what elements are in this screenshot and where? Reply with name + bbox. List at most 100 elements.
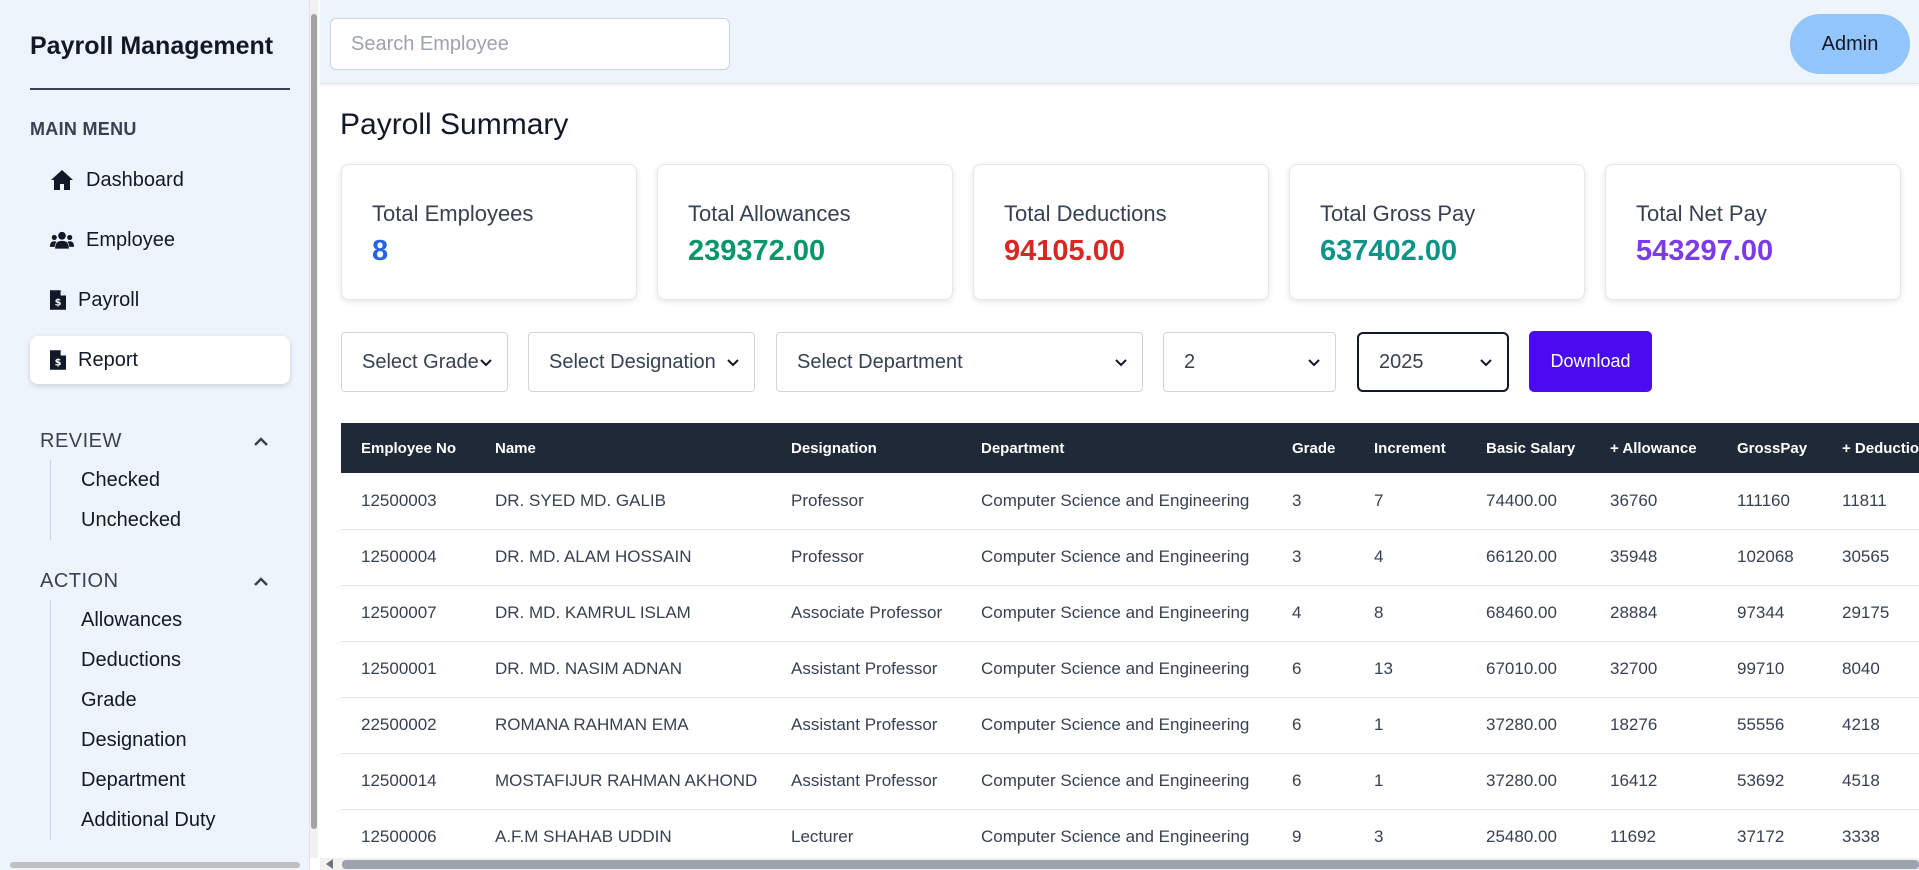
table-cell: 102068 (1717, 529, 1822, 586)
sidebar-item-unchecked[interactable]: Unchecked (81, 500, 181, 540)
table-cell: MOSTAFIJUR RAHMAN AKHOND (475, 753, 771, 810)
summary-card-total-allowances: Total Allowances 239372.00 (657, 164, 953, 300)
table-cell: A.F.M SHAHAB UDDIN (475, 809, 771, 863)
sidebar-item-report[interactable]: $ Report (30, 336, 290, 384)
sidebar-scrollbar-thumb[interactable] (311, 14, 317, 829)
card-value: 543297.00 (1636, 235, 1774, 267)
sidebar-item-designation[interactable]: Designation (81, 720, 216, 760)
file-invoice-dollar-icon: $ (50, 350, 66, 370)
search-input[interactable] (330, 18, 730, 70)
year-select[interactable]: 2025 (1357, 332, 1509, 392)
review-list: Checked Unchecked (50, 460, 181, 540)
designation-select[interactable]: Select Designation (528, 332, 755, 392)
table-cell: 9 (1272, 809, 1354, 863)
sidebar-horizontal-scrollbar[interactable] (10, 862, 300, 868)
divider (30, 88, 290, 90)
download-button[interactable]: Download (1529, 331, 1652, 392)
table-cell: Lecturer (771, 809, 961, 863)
card-value: 637402.00 (1320, 235, 1458, 267)
select-value: 2025 (1379, 350, 1424, 373)
table-row[interactable]: 22500002 ROMANA RAHMAN EMA Assistant Profe… (341, 697, 1919, 754)
table-cell: Computer Science and Engineering (961, 809, 1272, 863)
column-header[interactable]: Increment (1354, 423, 1466, 473)
admin-button[interactable]: Admin (1790, 14, 1910, 74)
table-cell: 6 (1272, 697, 1354, 754)
table-cell: 3 (1272, 473, 1354, 530)
sidebar-item-checked[interactable]: Checked (81, 460, 181, 500)
table-cell: 29175 (1822, 585, 1919, 642)
table-cell: 1 (1354, 753, 1466, 810)
card-label: Total Allowances (688, 201, 851, 226)
table-row[interactable]: 12500007 DR. MD. KAMRUL ISLAM Associate Pr… (341, 585, 1919, 642)
sidebar: Payroll Management MAIN MENU Dashboard E… (0, 0, 310, 870)
review-group-toggle[interactable]: REVIEW (40, 430, 270, 453)
column-header[interactable]: Designation (771, 423, 961, 473)
table-cell: 7 (1354, 473, 1466, 530)
column-header[interactable]: + Allowance (1590, 423, 1717, 473)
table-cell: 12500001 (341, 641, 475, 698)
column-header[interactable]: Grade (1272, 423, 1354, 473)
sidebar-item-allowances[interactable]: Allowances (81, 600, 216, 640)
chevron-down-icon (1308, 359, 1320, 367)
table-body: 12500003 DR. SYED MD. GALIB Professor Compu… (341, 473, 1919, 863)
grade-select[interactable]: Select Grade (341, 332, 508, 392)
sidebar-item-label: Report (78, 348, 139, 371)
sidebar-item-label: Payroll (78, 288, 140, 311)
card-label: Total Gross Pay (1320, 201, 1476, 226)
column-header[interactable]: Name (475, 423, 771, 473)
column-header[interactable]: Basic Salary (1466, 423, 1590, 473)
sidebar-item-employee[interactable]: Employee (30, 216, 290, 264)
table-row[interactable]: 12500006 A.F.M SHAHAB UDDIN Lecturer Comput… (341, 809, 1919, 863)
table-row[interactable]: 12500014 MOSTAFIJUR RAHMAN AKHOND Assistan… (341, 753, 1919, 810)
sidebar-item-additional-duty[interactable]: Additional Duty (81, 800, 216, 840)
table-cell: 25480.00 (1466, 809, 1590, 863)
table-cell: 36760 (1590, 473, 1717, 530)
column-header[interactable]: Employee No (341, 423, 475, 473)
select-value: 2 (1184, 350, 1196, 373)
column-header[interactable]: Department (961, 423, 1272, 473)
card-label: Total Deductions (1004, 201, 1167, 226)
table-row[interactable]: 12500003 DR. SYED MD. GALIB Professor Compu… (341, 473, 1919, 530)
table-cell: 18276 (1590, 697, 1717, 754)
sidebar-item-dashboard[interactable]: Dashboard (30, 156, 290, 204)
scroll-left-arrow-icon[interactable] (326, 859, 333, 869)
action-group-toggle[interactable]: ACTION (40, 570, 270, 593)
table-cell: 66120.00 (1466, 529, 1590, 586)
table-cell: 32700 (1590, 641, 1717, 698)
column-header[interactable]: + Deduction (1822, 423, 1919, 473)
column-header[interactable]: GrossPay (1717, 423, 1822, 473)
app-title: Payroll Management (30, 32, 274, 60)
table-cell: Computer Science and Engineering (961, 641, 1272, 698)
table-cell: 97344 (1717, 585, 1822, 642)
chevron-down-icon (1480, 359, 1492, 367)
summary-card-total-gross-pay: Total Gross Pay 637402.00 (1289, 164, 1585, 300)
table-cell: 3338 (1822, 809, 1919, 863)
card-label: Total Employees (372, 201, 534, 226)
table-cell: 3 (1272, 529, 1354, 586)
chevron-up-icon (254, 436, 268, 446)
table-cell: 11692 (1590, 809, 1717, 863)
table-cell: Professor (771, 473, 961, 530)
department-select[interactable]: Select Department (776, 332, 1143, 392)
sidebar-item-payroll[interactable]: $ Payroll (30, 276, 290, 324)
table-cell: Associate Professor (771, 585, 961, 642)
table-scrollbar-thumb[interactable] (342, 860, 1919, 869)
table-row[interactable]: 12500004 DR. MD. ALAM HOSSAIN Professor Com… (341, 529, 1919, 586)
table-row[interactable]: 12500001 DR. MD. NASIM ADNAN Assistant Pro… (341, 641, 1919, 698)
chevron-down-icon (480, 359, 492, 367)
table-cell: 13 (1354, 641, 1466, 698)
table-cell: 11811 (1822, 473, 1919, 530)
file-invoice-dollar-icon: $ (50, 290, 66, 310)
select-value: Select Designation (549, 350, 716, 373)
sidebar-item-department[interactable]: Department (81, 760, 216, 800)
sidebar-item-grade[interactable]: Grade (81, 680, 216, 720)
table-cell: Computer Science and Engineering (961, 529, 1272, 586)
table-cell: 12500003 (341, 473, 475, 530)
action-title: ACTION (40, 570, 119, 592)
sidebar-item-deductions[interactable]: Deductions (81, 640, 216, 680)
month-select[interactable]: 2 (1163, 332, 1336, 392)
card-label: Total Net Pay (1636, 201, 1767, 226)
table-cell: 99710 (1717, 641, 1822, 698)
table-cell: 37280.00 (1466, 697, 1590, 754)
select-value: Select Department (797, 350, 963, 373)
